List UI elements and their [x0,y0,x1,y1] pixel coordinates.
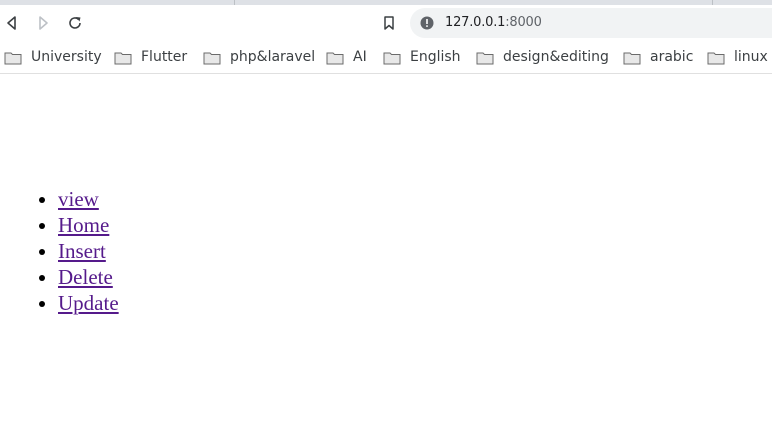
bookmark-folder-arabic[interactable]: arabic [623,47,693,67]
list-item: Delete [58,264,119,290]
folder-icon [707,52,725,64]
info-icon[interactable] [420,16,434,30]
update-link[interactable]: Update [58,291,119,315]
bookmark-folder-design-editing[interactable]: design&editing [476,47,609,67]
forward-button[interactable] [31,11,55,35]
bookmark-label: php&laravel [230,49,316,65]
list-item: Update [58,290,119,316]
view-link[interactable]: view [58,187,99,211]
home-link[interactable]: Home [58,213,109,237]
bookmark-page-button[interactable] [377,11,401,35]
reload-icon [69,17,81,29]
bookmarks-bar: University Flutter php&laravel AI Englis… [0,41,772,74]
reload-button[interactable] [63,11,87,35]
url-port: :8000 [505,15,542,30]
url-text: 127.0.0.1:8000 [445,15,542,30]
back-button[interactable] [0,11,24,35]
bookmark-folder-flutter[interactable]: Flutter [114,47,187,67]
insert-link[interactable]: Insert [58,239,106,263]
list-item: Insert [58,238,119,264]
page-content: view Home Insert Delete Update [0,74,772,440]
bookmark-label: AI [353,49,367,65]
forward-icon [39,16,48,30]
delete-link[interactable]: Delete [58,265,113,289]
url-host: 127.0.0.1 [445,15,506,30]
folder-icon [4,52,22,64]
folder-icon [476,52,494,64]
bookmark-label: English [410,49,461,65]
bookmark-folder-php-laravel[interactable]: php&laravel [203,47,315,67]
folder-icon [383,52,401,64]
bookmark-label: arabic [650,49,694,65]
nav-link-list: view Home Insert Delete Update [18,186,119,316]
list-item: Home [58,212,119,238]
bookmark-label: Flutter [141,49,188,65]
folder-icon [114,52,132,64]
bookmark-label: University [31,49,102,65]
browser-toolbar: 127.0.0.1:8000 [0,5,772,41]
bookmark-folder-ai[interactable]: AI [326,47,367,67]
bookmark-folder-university[interactable]: University [4,47,102,67]
folder-icon [326,52,344,64]
folder-icon [203,52,221,64]
bookmark-label: design&editing [503,49,609,65]
bookmark-folder-linux[interactable]: linux [707,47,768,67]
bookmark-label: linux [734,49,768,65]
folder-icon [623,52,641,64]
back-icon [7,16,16,30]
bookmark-folder-english[interactable]: English [383,47,461,67]
address-bar[interactable]: 127.0.0.1:8000 [410,8,772,38]
list-item: view [58,186,119,212]
bookmark-icon [384,16,394,30]
